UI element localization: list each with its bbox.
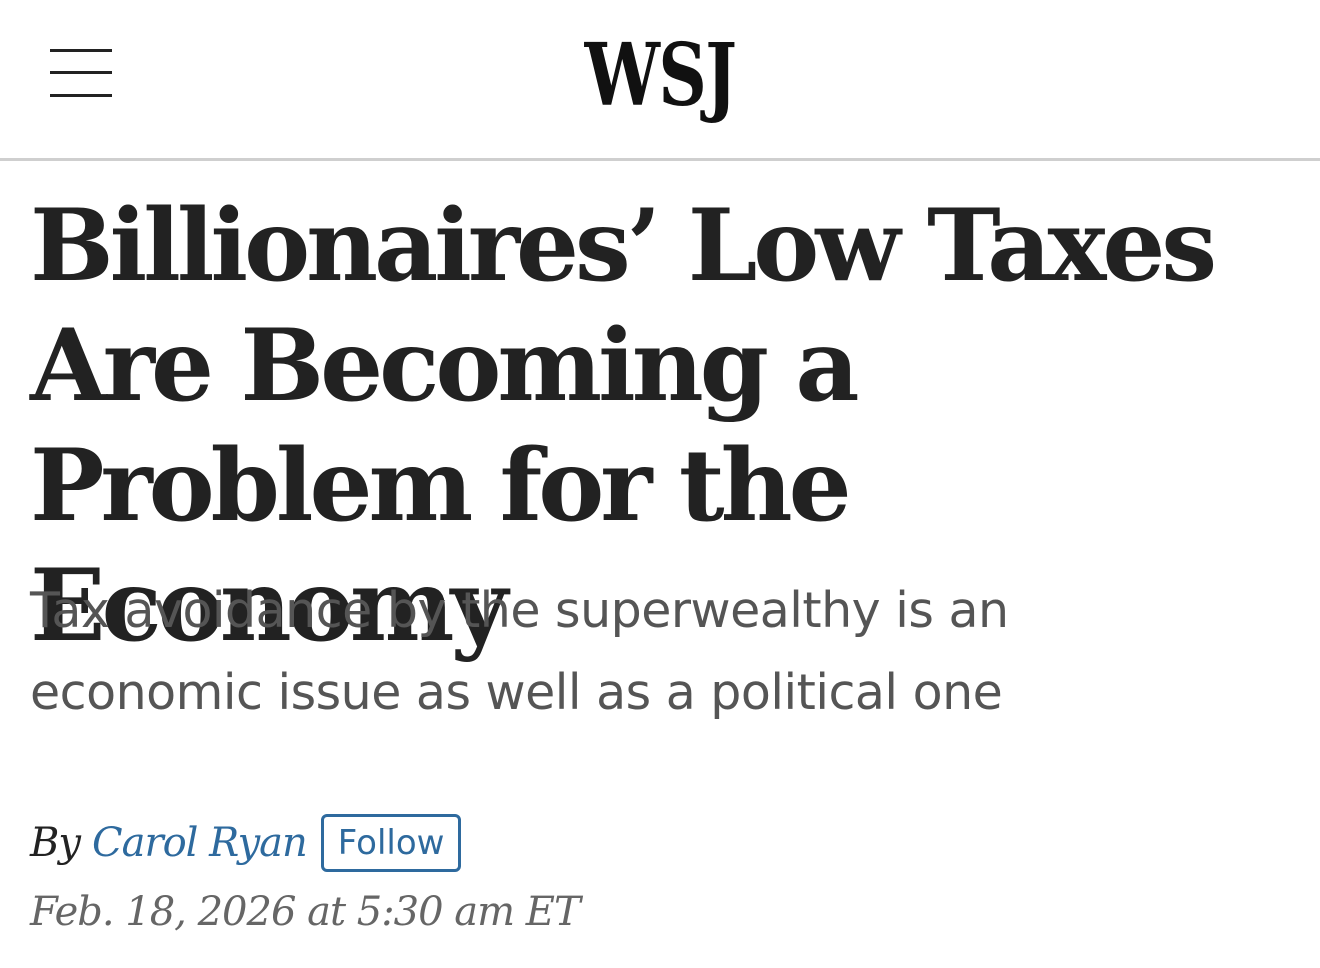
byline-prefix: By <box>30 820 81 866</box>
author-link[interactable]: Carol Ryan <box>92 820 308 866</box>
top-navigation-bar: WSJ <box>0 0 1320 161</box>
menu-line <box>50 94 112 97</box>
wsj-logo[interactable]: WSJ <box>145 26 1175 126</box>
hamburger-menu-icon[interactable] <box>50 48 112 100</box>
menu-line <box>50 49 112 52</box>
byline: By Carol Ryan Follow <box>30 812 462 874</box>
publish-timestamp: Feb. 18, 2026 at 5:30 am ET <box>30 889 581 935</box>
menu-line <box>50 71 112 74</box>
article-summary: Tax avoidance by the superwealthy is an … <box>30 582 1009 721</box>
follow-author-button[interactable]: Follow <box>320 814 462 872</box>
